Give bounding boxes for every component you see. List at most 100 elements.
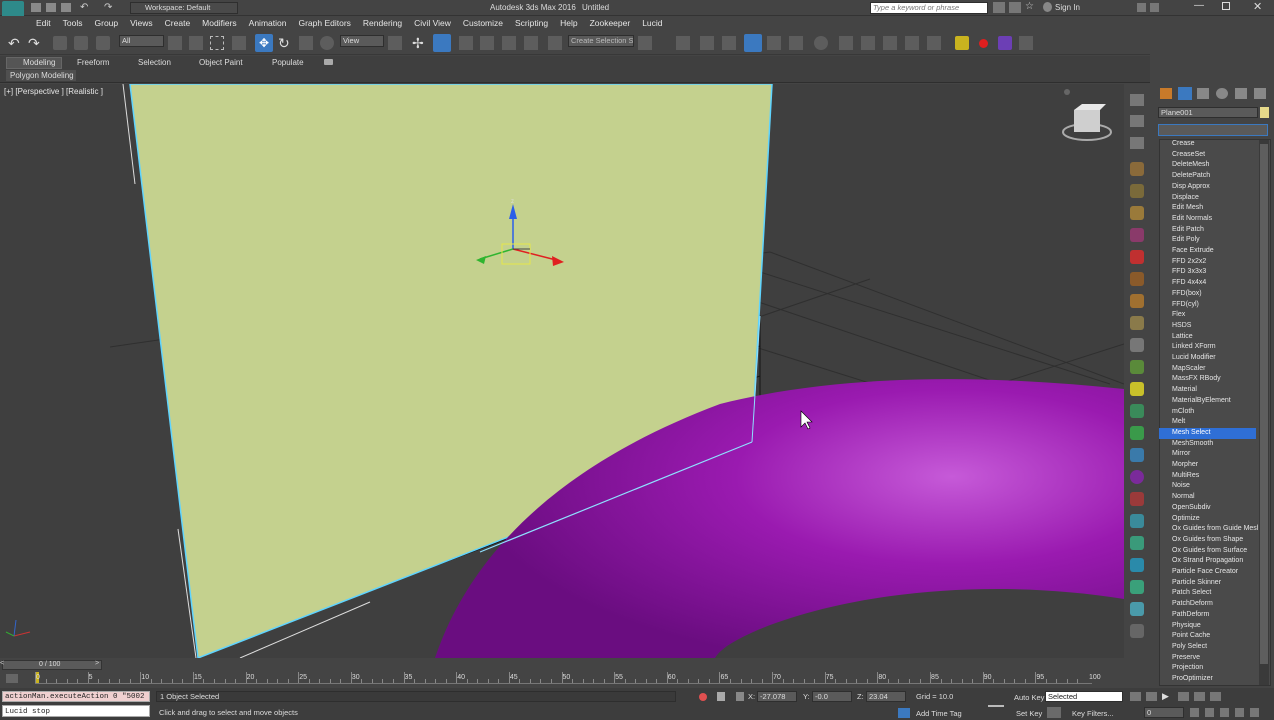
menu-help[interactable]: Help: [554, 17, 583, 29]
modifier-list-item[interactable]: MaterialByElement: [1172, 396, 1258, 407]
modifier-list-item[interactable]: DeleteMesh: [1172, 160, 1258, 171]
link-icon[interactable]: [53, 36, 67, 50]
tab-object-paint[interactable]: Object Paint: [199, 58, 243, 68]
modifier-list-item[interactable]: Mesh Select: [1159, 427, 1256, 439]
modifier-list-item[interactable]: Projection: [1172, 663, 1258, 674]
snaps-toggle-icon[interactable]: [459, 36, 473, 50]
set-key-button[interactable]: Set Key: [1016, 709, 1042, 719]
menu-graph-editors[interactable]: Graph Editors: [292, 17, 356, 29]
modifier-list-item[interactable]: MultiRes: [1172, 471, 1258, 482]
side-icon-6[interactable]: [1130, 206, 1144, 220]
next-frame-icon[interactable]: >: [95, 660, 99, 667]
menu-modifiers[interactable]: Modifiers: [196, 17, 242, 29]
modifier-list-item[interactable]: Edit Normals: [1172, 214, 1258, 225]
side-icon-17[interactable]: [1130, 448, 1144, 462]
menu-edit[interactable]: Edit: [30, 17, 57, 29]
side-icon-8[interactable]: [1130, 250, 1144, 264]
modifier-list-item[interactable]: Lattice: [1172, 332, 1258, 343]
layer-explorer-icon[interactable]: [700, 36, 714, 50]
modifier-list-item[interactable]: Edit Mesh: [1172, 203, 1258, 214]
render-iterative-icon[interactable]: [905, 36, 919, 50]
edit-named-sets-icon[interactable]: [548, 36, 562, 50]
side-icon-19[interactable]: [1130, 492, 1144, 506]
record-red-icon[interactable]: [979, 39, 988, 48]
tab-modeling[interactable]: Modeling: [6, 57, 62, 69]
menu-customize[interactable]: Customize: [457, 17, 509, 29]
tab-freeform[interactable]: Freeform: [77, 58, 109, 68]
spinner-snap-icon[interactable]: [524, 36, 538, 50]
modifier-list-item[interactable]: Ox Strand Propagation: [1172, 556, 1258, 567]
modifier-list-item[interactable]: Mirror: [1172, 449, 1258, 460]
side-icon-25[interactable]: [1130, 624, 1144, 638]
maximize-icon[interactable]: [1222, 2, 1230, 10]
x-coordinate-field[interactable]: -27.078: [757, 691, 797, 702]
modify-tab-icon[interactable]: [1178, 87, 1192, 100]
modifier-list-item[interactable]: FFD 3x3x3: [1172, 267, 1258, 278]
selection-filter-dropdown[interactable]: All: [119, 35, 164, 47]
modifier-list-item[interactable]: MassFX RBody: [1172, 374, 1258, 385]
play-icon[interactable]: ▶: [1162, 691, 1169, 702]
time-slider[interactable]: 0 / 100: [2, 660, 102, 670]
side-icon-7[interactable]: [1130, 228, 1144, 242]
menu-civil-view[interactable]: Civil View: [408, 17, 457, 29]
set-key-icon[interactable]: [1047, 707, 1061, 718]
side-icon-1[interactable]: [1130, 94, 1144, 106]
current-frame-field[interactable]: 0: [1144, 707, 1184, 718]
object-color-swatch[interactable]: [1260, 107, 1269, 118]
close-icon[interactable]: ✕: [1253, 0, 1262, 13]
menu-views[interactable]: Views: [124, 17, 159, 29]
side-icon-21[interactable]: [1130, 536, 1144, 550]
mirror-icon[interactable]: [638, 36, 652, 50]
absolute-mode-icon[interactable]: [736, 692, 744, 701]
select-rotate-icon[interactable]: ↻: [278, 35, 290, 52]
motion-tab-icon[interactable]: [1216, 88, 1228, 99]
display-tab-icon[interactable]: [1235, 88, 1247, 99]
key-set-dropdown[interactable]: Selected: [1045, 691, 1123, 702]
time-config-icon[interactable]: [1190, 708, 1199, 717]
viewcube-icon[interactable]: [1062, 104, 1112, 141]
modifier-list-item[interactable]: FFD 4x4x4: [1172, 278, 1258, 289]
key-filters-button[interactable]: Key Filters...: [1072, 709, 1114, 719]
modifier-list-item[interactable]: HSDS: [1172, 321, 1258, 332]
info-icon[interactable]: [1150, 3, 1159, 12]
side-icon-2[interactable]: [1130, 115, 1144, 127]
pan-icon[interactable]: [1220, 708, 1229, 717]
modifier-list-item[interactable]: FFD(box): [1172, 289, 1258, 300]
tab-populate[interactable]: Populate: [272, 58, 304, 68]
track-bar[interactable]: [35, 683, 1092, 684]
modifier-list-item[interactable]: Linked XForm: [1172, 342, 1258, 353]
bind-spacewarp-icon[interactable]: [96, 36, 110, 50]
modifier-list-scroll-thumb[interactable]: [1260, 144, 1268, 664]
render-online-icon[interactable]: [927, 36, 941, 50]
modifier-list-item[interactable]: OpenSubdiv: [1172, 503, 1258, 514]
side-icon-12[interactable]: [1130, 338, 1144, 352]
side-icon-23[interactable]: [1130, 580, 1144, 594]
star-icon[interactable]: ☆: [1025, 1, 1034, 12]
modifier-list-item[interactable]: Ox Guides from Shape: [1172, 535, 1258, 546]
workspace-dropdown[interactable]: Workspace: Default: [130, 2, 238, 14]
side-icon-4[interactable]: [1130, 162, 1144, 176]
y-coordinate-field[interactable]: -0.0: [812, 691, 852, 702]
rect-selection-icon[interactable]: [210, 36, 224, 50]
menu-create[interactable]: Create: [159, 17, 197, 29]
ref-coord-dropdown[interactable]: View: [340, 35, 384, 47]
isolate-icon[interactable]: [699, 693, 707, 701]
object-name-field[interactable]: Plane001: [1158, 107, 1258, 118]
modifier-list-item[interactable]: CreaseSet: [1172, 150, 1258, 161]
modifier-list-item[interactable]: Material: [1172, 385, 1258, 396]
undo-icon[interactable]: ↶: [8, 35, 20, 52]
unlink-icon[interactable]: [74, 36, 88, 50]
maxscript-listener-output[interactable]: actionMan.executeAction 0 "5002: [2, 691, 150, 702]
modifier-list-item[interactable]: Edit Poly: [1172, 235, 1258, 246]
side-icon-10[interactable]: [1130, 294, 1144, 308]
z-coordinate-field[interactable]: 23.04: [866, 691, 906, 702]
help-icon[interactable]: [1137, 3, 1146, 12]
minimize-icon[interactable]: —: [1194, 0, 1204, 11]
time-tag-icon[interactable]: [898, 708, 910, 718]
modifier-list-item[interactable]: Physique: [1172, 621, 1258, 632]
plugin-yellow-icon[interactable]: [955, 36, 969, 50]
menu-animation[interactable]: Animation: [243, 17, 293, 29]
pivot-center-icon[interactable]: [388, 36, 402, 50]
curve-editor-icon[interactable]: [767, 36, 781, 50]
new-file-icon[interactable]: [31, 3, 41, 12]
